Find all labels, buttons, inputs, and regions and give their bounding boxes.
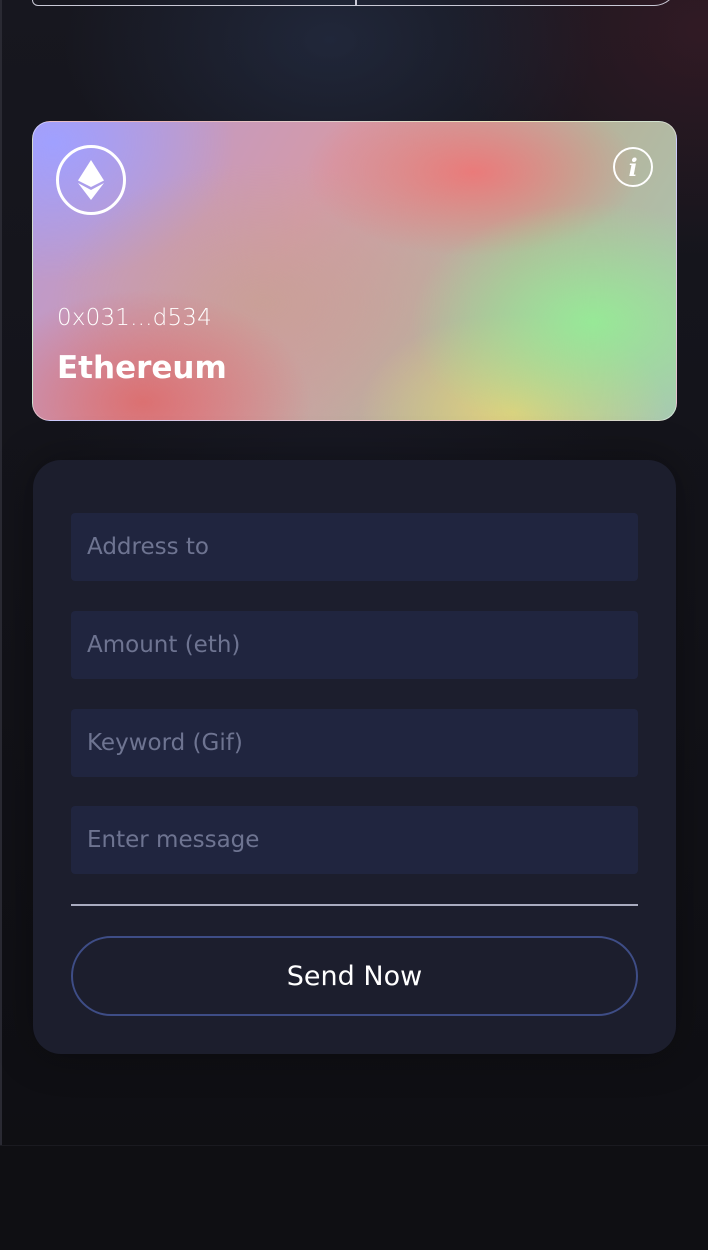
info-icon[interactable]: i [613,147,653,187]
ethereum-card: i 0x031...d534 Ethereum [32,121,677,421]
keyword-input[interactable] [71,709,638,777]
ethereum-glyph [78,160,104,200]
amount-input[interactable] [71,611,638,679]
wallet-address: 0x031...d534 [57,305,212,331]
bottom-bar [0,1145,708,1250]
page: i 0x031...d534 Ethereum Send Now [0,0,708,1250]
network-name: Ethereum [57,350,227,386]
left-edge [0,0,2,1250]
send-form: Send Now [33,460,676,1054]
top-nav[interactable] [32,0,678,6]
ethereum-icon [56,145,126,215]
send-now-button[interactable]: Send Now [71,936,638,1016]
top-nav-divider [355,0,357,5]
form-divider [71,904,638,906]
message-input[interactable] [71,806,638,874]
address-to-input[interactable] [71,513,638,581]
